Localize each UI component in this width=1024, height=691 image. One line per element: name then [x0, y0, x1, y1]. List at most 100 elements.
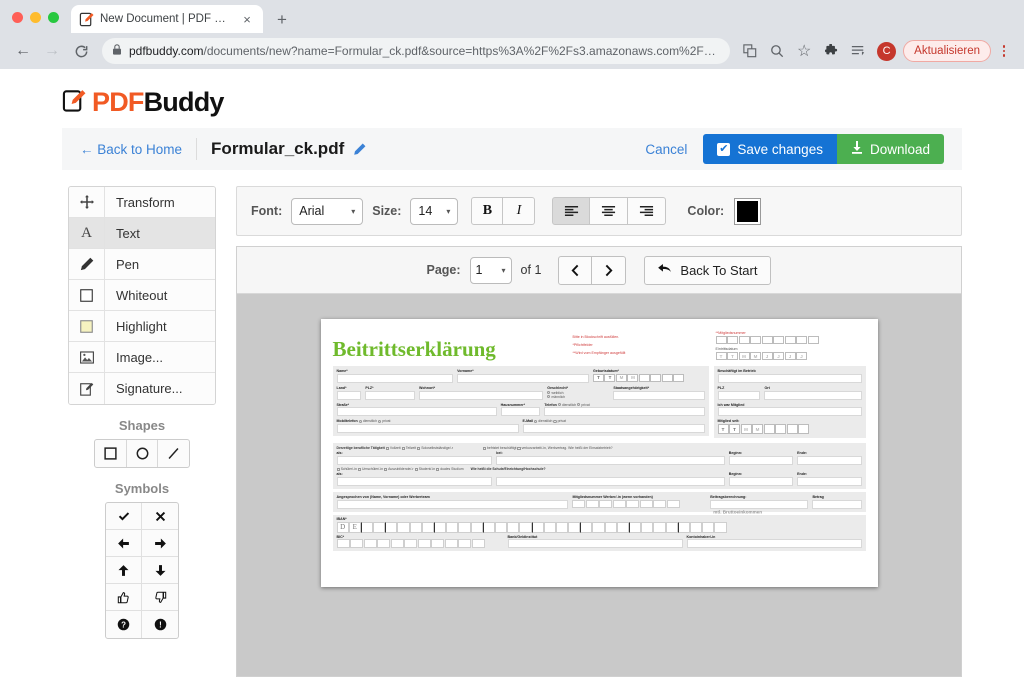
- member-no-box[interactable]: [750, 336, 761, 344]
- sidebar-item-highlight[interactable]: Highlight: [69, 311, 215, 342]
- member-no-box[interactable]: [653, 499, 667, 509]
- radio-icon[interactable]: [557, 403, 562, 407]
- browser-menu-icon[interactable]: [994, 45, 1014, 57]
- mobil-option-privat[interactable]: privat: [378, 419, 390, 423]
- iban-box[interactable]: [665, 521, 678, 533]
- bic-boxes[interactable]: [336, 539, 504, 548]
- iban-box[interactable]: [629, 521, 642, 533]
- arrow-down-icon[interactable]: [142, 557, 178, 584]
- checkbox-icon[interactable]: [401, 446, 405, 450]
- betrieb-plz-input[interactable]: [717, 390, 761, 400]
- circle-shape-button[interactable]: [127, 440, 159, 467]
- radio-icon[interactable]: [547, 395, 551, 399]
- pdf-canvas-area[interactable]: Beitrittserklärung Bitte in Blockschrift…: [237, 294, 961, 676]
- date-box[interactable]: [798, 424, 809, 435]
- back-to-start-button[interactable]: Back To Start: [644, 255, 772, 285]
- next-page-icon[interactable]: [592, 255, 627, 285]
- iban-box[interactable]: [360, 521, 374, 533]
- forward-icon[interactable]: →: [39, 38, 65, 64]
- als-input[interactable]: [336, 456, 493, 466]
- extensions-puzzle-icon[interactable]: [819, 39, 843, 63]
- strasse-input[interactable]: [336, 407, 497, 417]
- sidebar-item-whiteout[interactable]: Whiteout: [69, 280, 215, 311]
- date-box[interactable]: J: [784, 352, 796, 360]
- sidebar-item-signature[interactable]: Signature...: [69, 373, 215, 404]
- rectangle-shape-button[interactable]: [95, 440, 127, 467]
- mobil-option-dienstlich[interactable]: dienstlich: [358, 419, 377, 423]
- iban-box[interactable]: [555, 521, 569, 533]
- reload-icon[interactable]: [68, 38, 94, 64]
- member-no-box[interactable]: [599, 499, 613, 509]
- radio-icon[interactable]: [553, 420, 557, 424]
- gender-option-maennlich[interactable]: männlich: [547, 395, 609, 399]
- new-tab-button[interactable]: +: [269, 6, 295, 32]
- bic-box[interactable]: [431, 539, 444, 548]
- search-icon[interactable]: [765, 39, 789, 63]
- edu-als-input[interactable]: [336, 476, 493, 486]
- thumbs-down-icon[interactable]: [142, 584, 178, 611]
- iban-box[interactable]: [604, 521, 617, 533]
- page-select[interactable]: 1 ▾: [469, 256, 512, 284]
- iban-box[interactable]: [519, 521, 532, 533]
- member-no-box[interactable]: [796, 336, 807, 344]
- member-no-box[interactable]: [738, 336, 750, 344]
- member-no-box[interactable]: [572, 499, 586, 509]
- iban-box[interactable]: [714, 521, 727, 533]
- arrow-right-icon[interactable]: [142, 530, 178, 557]
- iban-box[interactable]: [470, 521, 483, 533]
- date-box[interactable]: [673, 373, 685, 382]
- iban-box[interactable]: [421, 521, 434, 533]
- member-number-boxes[interactable]: [715, 336, 866, 344]
- iban-box[interactable]: [568, 521, 581, 533]
- iban-box[interactable]: [592, 521, 605, 533]
- date-box[interactable]: M: [615, 373, 627, 382]
- member-no-box[interactable]: [773, 336, 784, 344]
- date-box[interactable]: J: [796, 352, 807, 360]
- radio-icon[interactable]: [378, 420, 382, 424]
- iban-box[interactable]: [482, 521, 495, 533]
- amount-input[interactable]: [812, 499, 862, 509]
- back-icon[interactable]: ←: [10, 38, 36, 64]
- iban-boxes[interactable]: D E: [336, 521, 862, 533]
- institute-input[interactable]: [507, 539, 683, 548]
- employment-befristet[interactable]: befristet beschäftigt: [482, 446, 516, 450]
- iban-box[interactable]: [507, 521, 520, 533]
- member-no-box[interactable]: [784, 336, 796, 344]
- align-left-icon[interactable]: [552, 197, 591, 225]
- bic-box[interactable]: [417, 539, 431, 548]
- bic-box[interactable]: [363, 539, 377, 548]
- email-option-dienstlich[interactable]: dienstlich: [534, 419, 552, 423]
- telefon-option-dienstlich[interactable]: dienstlich: [557, 403, 576, 407]
- ich-war-mitglied-input[interactable]: [717, 407, 862, 417]
- date-box[interactable]: T: [604, 373, 616, 382]
- checkbox-icon[interactable]: [482, 446, 487, 450]
- land-input[interactable]: [336, 390, 362, 400]
- date-box[interactable]: T: [715, 352, 727, 360]
- pdf-page[interactable]: Beitrittserklärung Bitte in Blockschrift…: [320, 319, 878, 587]
- education-schueler[interactable]: Schüler/-in: [336, 467, 357, 471]
- iban-box[interactable]: [653, 521, 666, 533]
- iban-box[interactable]: [446, 521, 459, 533]
- edu-beginn-input[interactable]: [728, 476, 794, 486]
- bold-button[interactable]: B: [471, 197, 504, 225]
- checkbox-icon[interactable]: [436, 467, 440, 471]
- iban-box[interactable]: [409, 521, 422, 533]
- iban-box[interactable]: [373, 521, 386, 533]
- back-to-home-link[interactable]: ← Back to Home: [80, 142, 182, 157]
- pdfbuddy-logo[interactable]: PDFBuddy: [62, 87, 224, 118]
- iban-box[interactable]: [689, 521, 703, 533]
- iban-box[interactable]: [543, 521, 556, 533]
- date-box[interactable]: [638, 373, 650, 382]
- name-input[interactable]: [336, 373, 454, 383]
- ende-input[interactable]: [797, 456, 862, 466]
- size-select[interactable]: 14 ▾: [410, 197, 459, 225]
- sidebar-item-image[interactable]: Image...: [69, 342, 215, 373]
- iban-box[interactable]: [531, 521, 544, 533]
- radio-icon[interactable]: [534, 420, 538, 424]
- email-option-privat[interactable]: privat: [553, 419, 566, 424]
- betrieb-input[interactable]: [717, 373, 862, 383]
- member-no-box[interactable]: [715, 336, 727, 344]
- bic-box[interactable]: [336, 539, 350, 548]
- contribution-input[interactable]: mtl. Bruttoeinkommen: [710, 499, 809, 515]
- date-box[interactable]: [775, 424, 786, 435]
